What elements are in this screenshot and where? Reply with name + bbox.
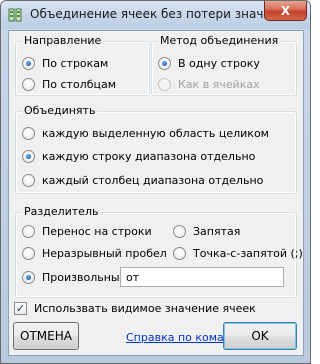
direction-rows-radio[interactable] — [22, 56, 35, 70]
window-title: Объединение ячеек без потери значен... — [30, 7, 291, 21]
merge-option-column[interactable]: каждый столбец диапазона отдельно — [22, 173, 263, 187]
checkmark-icon: ✓ — [15, 301, 26, 315]
direction-legend: Направление — [22, 34, 104, 47]
separator-semicolon-label: Точка-с-запятой (;) — [193, 246, 303, 260]
merge-area-label: каждую выделенную область целиком — [42, 126, 269, 140]
separator-nbsp-label: Неразрывный пробел — [42, 246, 167, 260]
method-option-as-cells[interactable]: Как в ячейках — [158, 77, 260, 91]
direction-option-columns[interactable]: По столбцам — [22, 77, 116, 91]
cancel-button-label: ОТМЕНА — [20, 329, 72, 343]
ok-button-label: OK — [251, 329, 269, 343]
separator-option-newline[interactable]: Перенос на строки — [22, 224, 152, 238]
method-as-cells-radio[interactable] — [158, 77, 171, 91]
title-bar[interactable]: Объединение ячеек без потери значен... X — [1, 1, 310, 29]
separator-legend: Разделитель — [22, 205, 101, 218]
separator-option-semicolon[interactable]: Точка-с-запятой (;) — [173, 246, 303, 260]
cancel-button[interactable]: ОТМЕНА — [13, 322, 79, 350]
merge-column-radio[interactable] — [22, 173, 35, 187]
direction-option-rows[interactable]: По строкам — [22, 56, 108, 70]
separator-nbsp-radio[interactable] — [22, 246, 35, 260]
close-icon: X — [280, 3, 291, 18]
separator-semicolon-radio[interactable] — [173, 246, 186, 260]
dialog-body: Направление По строкам По столбцам Метод… — [8, 30, 304, 356]
separator-custom-label: Произвольный — [42, 270, 127, 284]
direction-columns-label: По столбцам — [42, 77, 117, 91]
separator-comma-radio[interactable] — [173, 224, 186, 238]
separator-comma-label: Запятая — [193, 224, 241, 238]
use-visible-value-checkbox[interactable]: ✓ — [14, 301, 27, 315]
merge-legend: Объединять — [22, 104, 98, 117]
merge-row-label: каждую строку диапазона отдельно — [42, 149, 256, 163]
dialog-window: Объединение ячеек без потери значен... X… — [0, 0, 311, 364]
method-option-single-line[interactable]: В одну строку — [158, 56, 260, 70]
direction-rows-label: По строкам — [42, 56, 109, 70]
merge-option-area[interactable]: каждую выделенную область целиком — [22, 126, 269, 140]
merge-column-label: каждый столбец диапазона отдельно — [42, 173, 264, 187]
method-group: Метод объединения В одну строку Как в яч… — [151, 34, 297, 96]
method-legend: Метод объединения — [158, 34, 281, 47]
use-visible-value-label: Использвать видимое значение ячеек — [34, 301, 256, 315]
direction-columns-radio[interactable] — [22, 77, 35, 91]
merge-option-row[interactable]: каждую строку диапазона отдельно — [22, 149, 255, 163]
use-visible-value-option[interactable]: ✓ Использвать видимое значение ячеек — [14, 301, 256, 315]
separator-option-comma[interactable]: Запятая — [173, 224, 240, 238]
separator-custom-radio[interactable] — [22, 270, 35, 284]
separator-option-custom[interactable]: Произвольный — [22, 270, 127, 284]
method-single-line-radio[interactable] — [158, 56, 171, 70]
direction-group: Направление По строкам По столбцам — [15, 34, 150, 96]
method-single-line-label: В одну строку — [178, 56, 260, 70]
close-button[interactable]: X — [264, 1, 307, 21]
merge-group: Объединять каждую выделенную область цел… — [15, 104, 297, 194]
separator-custom-input[interactable] — [120, 267, 284, 287]
ok-button[interactable]: OK — [223, 322, 297, 350]
separator-group: Разделитель Перенос на строки Запятая Не… — [15, 205, 303, 298]
merge-row-radio[interactable] — [22, 149, 35, 163]
app-icon — [8, 8, 22, 22]
method-as-cells-label: Как в ячейках — [178, 77, 260, 91]
separator-newline-radio[interactable] — [22, 224, 35, 238]
merge-area-radio[interactable] — [22, 126, 35, 140]
separator-newline-label: Перенос на строки — [42, 224, 152, 238]
separator-option-nbsp[interactable]: Неразрывный пробел — [22, 246, 167, 260]
